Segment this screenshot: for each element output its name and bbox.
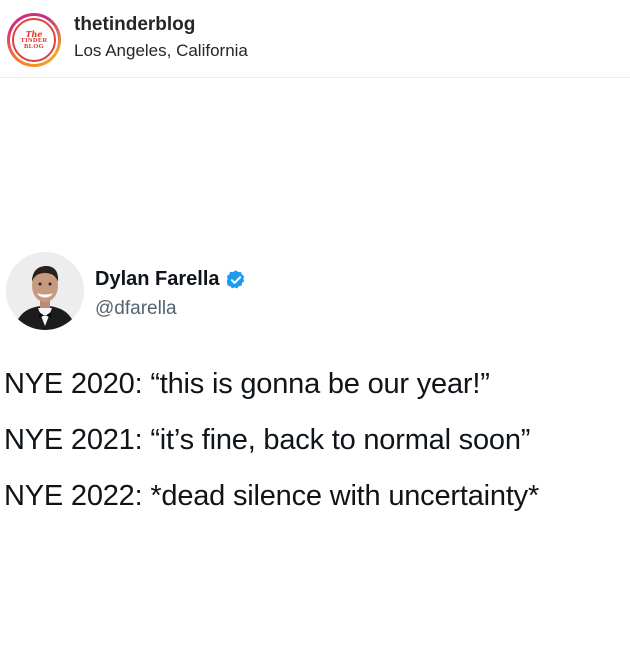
tweet-author-handle[interactable]: @dfarella	[95, 298, 177, 320]
tweet-author-name[interactable]: Dylan Farella	[95, 268, 247, 291]
profile-photo-icon	[6, 252, 84, 330]
post-location[interactable]: Los Angeles, California	[74, 41, 248, 61]
tweet-author-avatar	[6, 252, 84, 330]
post-header: The TINDER BLOG thetinderblog Los Angele…	[0, 0, 630, 78]
account-name[interactable]: thetinderblog	[74, 14, 195, 36]
verified-badge-icon	[225, 269, 247, 291]
account-avatar[interactable]: The TINDER BLOG	[7, 13, 61, 67]
tinder-blog-logo-icon: The TINDER BLOG	[12, 18, 56, 62]
tweet-text-line: NYE 2020: “this is gonna be our year!”	[4, 368, 490, 400]
tweet-text-line: NYE 2021: “it’s fine, back to normal soo…	[4, 424, 531, 456]
tweet-text-line: NYE 2022: *dead silence with uncertainty…	[4, 480, 540, 512]
